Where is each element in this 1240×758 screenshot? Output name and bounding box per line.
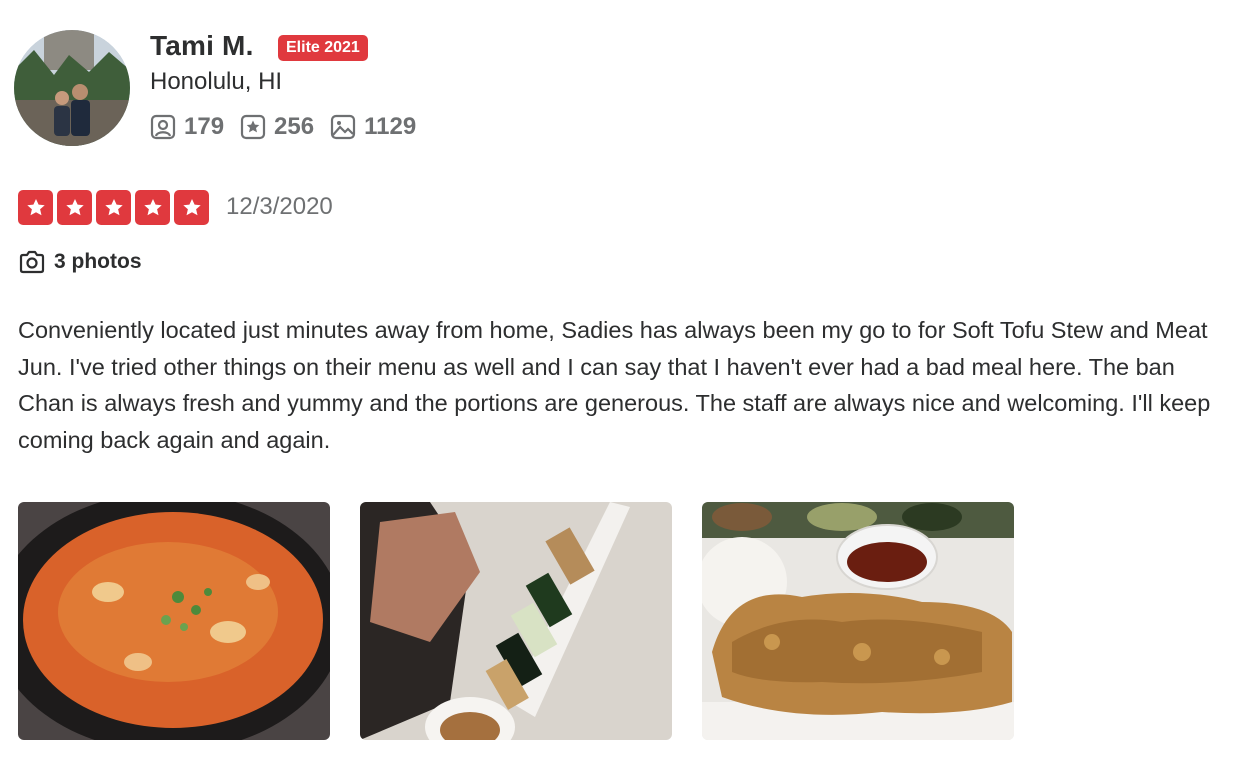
review-photo[interactable] xyxy=(18,502,330,740)
reviewer-name[interactable]: Tami M. xyxy=(150,30,254,62)
reviewer-stats: 179 256 1129 xyxy=(150,111,432,143)
review-photo[interactable] xyxy=(360,502,672,740)
rating-star xyxy=(174,190,209,225)
reviewer-location: Honolulu, HI xyxy=(150,68,283,95)
rating-star xyxy=(57,190,92,225)
photo-icon xyxy=(330,114,356,140)
banchan-image xyxy=(360,502,672,740)
star-rating xyxy=(18,190,213,225)
tofu-stew-image xyxy=(18,502,330,740)
rating-star xyxy=(96,190,131,225)
review-date: 12/3/2020 xyxy=(226,193,333,220)
elite-badge[interactable]: Elite 2021 xyxy=(278,35,368,61)
avatar-image xyxy=(14,30,130,146)
review-text: Conveniently located just minutes away f… xyxy=(18,317,1211,453)
rating-star xyxy=(18,190,53,225)
star-icon xyxy=(104,198,123,215)
star-icon xyxy=(65,198,84,215)
reviews-stat: 256 xyxy=(240,113,314,141)
star-icon xyxy=(240,114,266,140)
reviews-count: 256 xyxy=(274,113,315,140)
meat-jun-image xyxy=(702,502,1014,740)
friends-icon xyxy=(150,114,176,140)
camera-icon xyxy=(19,250,45,274)
avatar[interactable] xyxy=(14,30,130,146)
photos-count: 1129 xyxy=(364,113,417,140)
friends-stat: 179 xyxy=(150,113,224,141)
friends-count: 179 xyxy=(184,113,225,140)
rating-star xyxy=(135,190,170,225)
review-photo[interactable] xyxy=(702,502,1014,740)
star-icon xyxy=(26,198,45,215)
photos-stat: 1129 xyxy=(330,113,416,141)
star-icon xyxy=(143,198,162,215)
photos-link[interactable]: 3 photos xyxy=(18,248,142,276)
star-icon xyxy=(182,198,201,215)
photos-link-label: 3 photos xyxy=(54,250,142,273)
